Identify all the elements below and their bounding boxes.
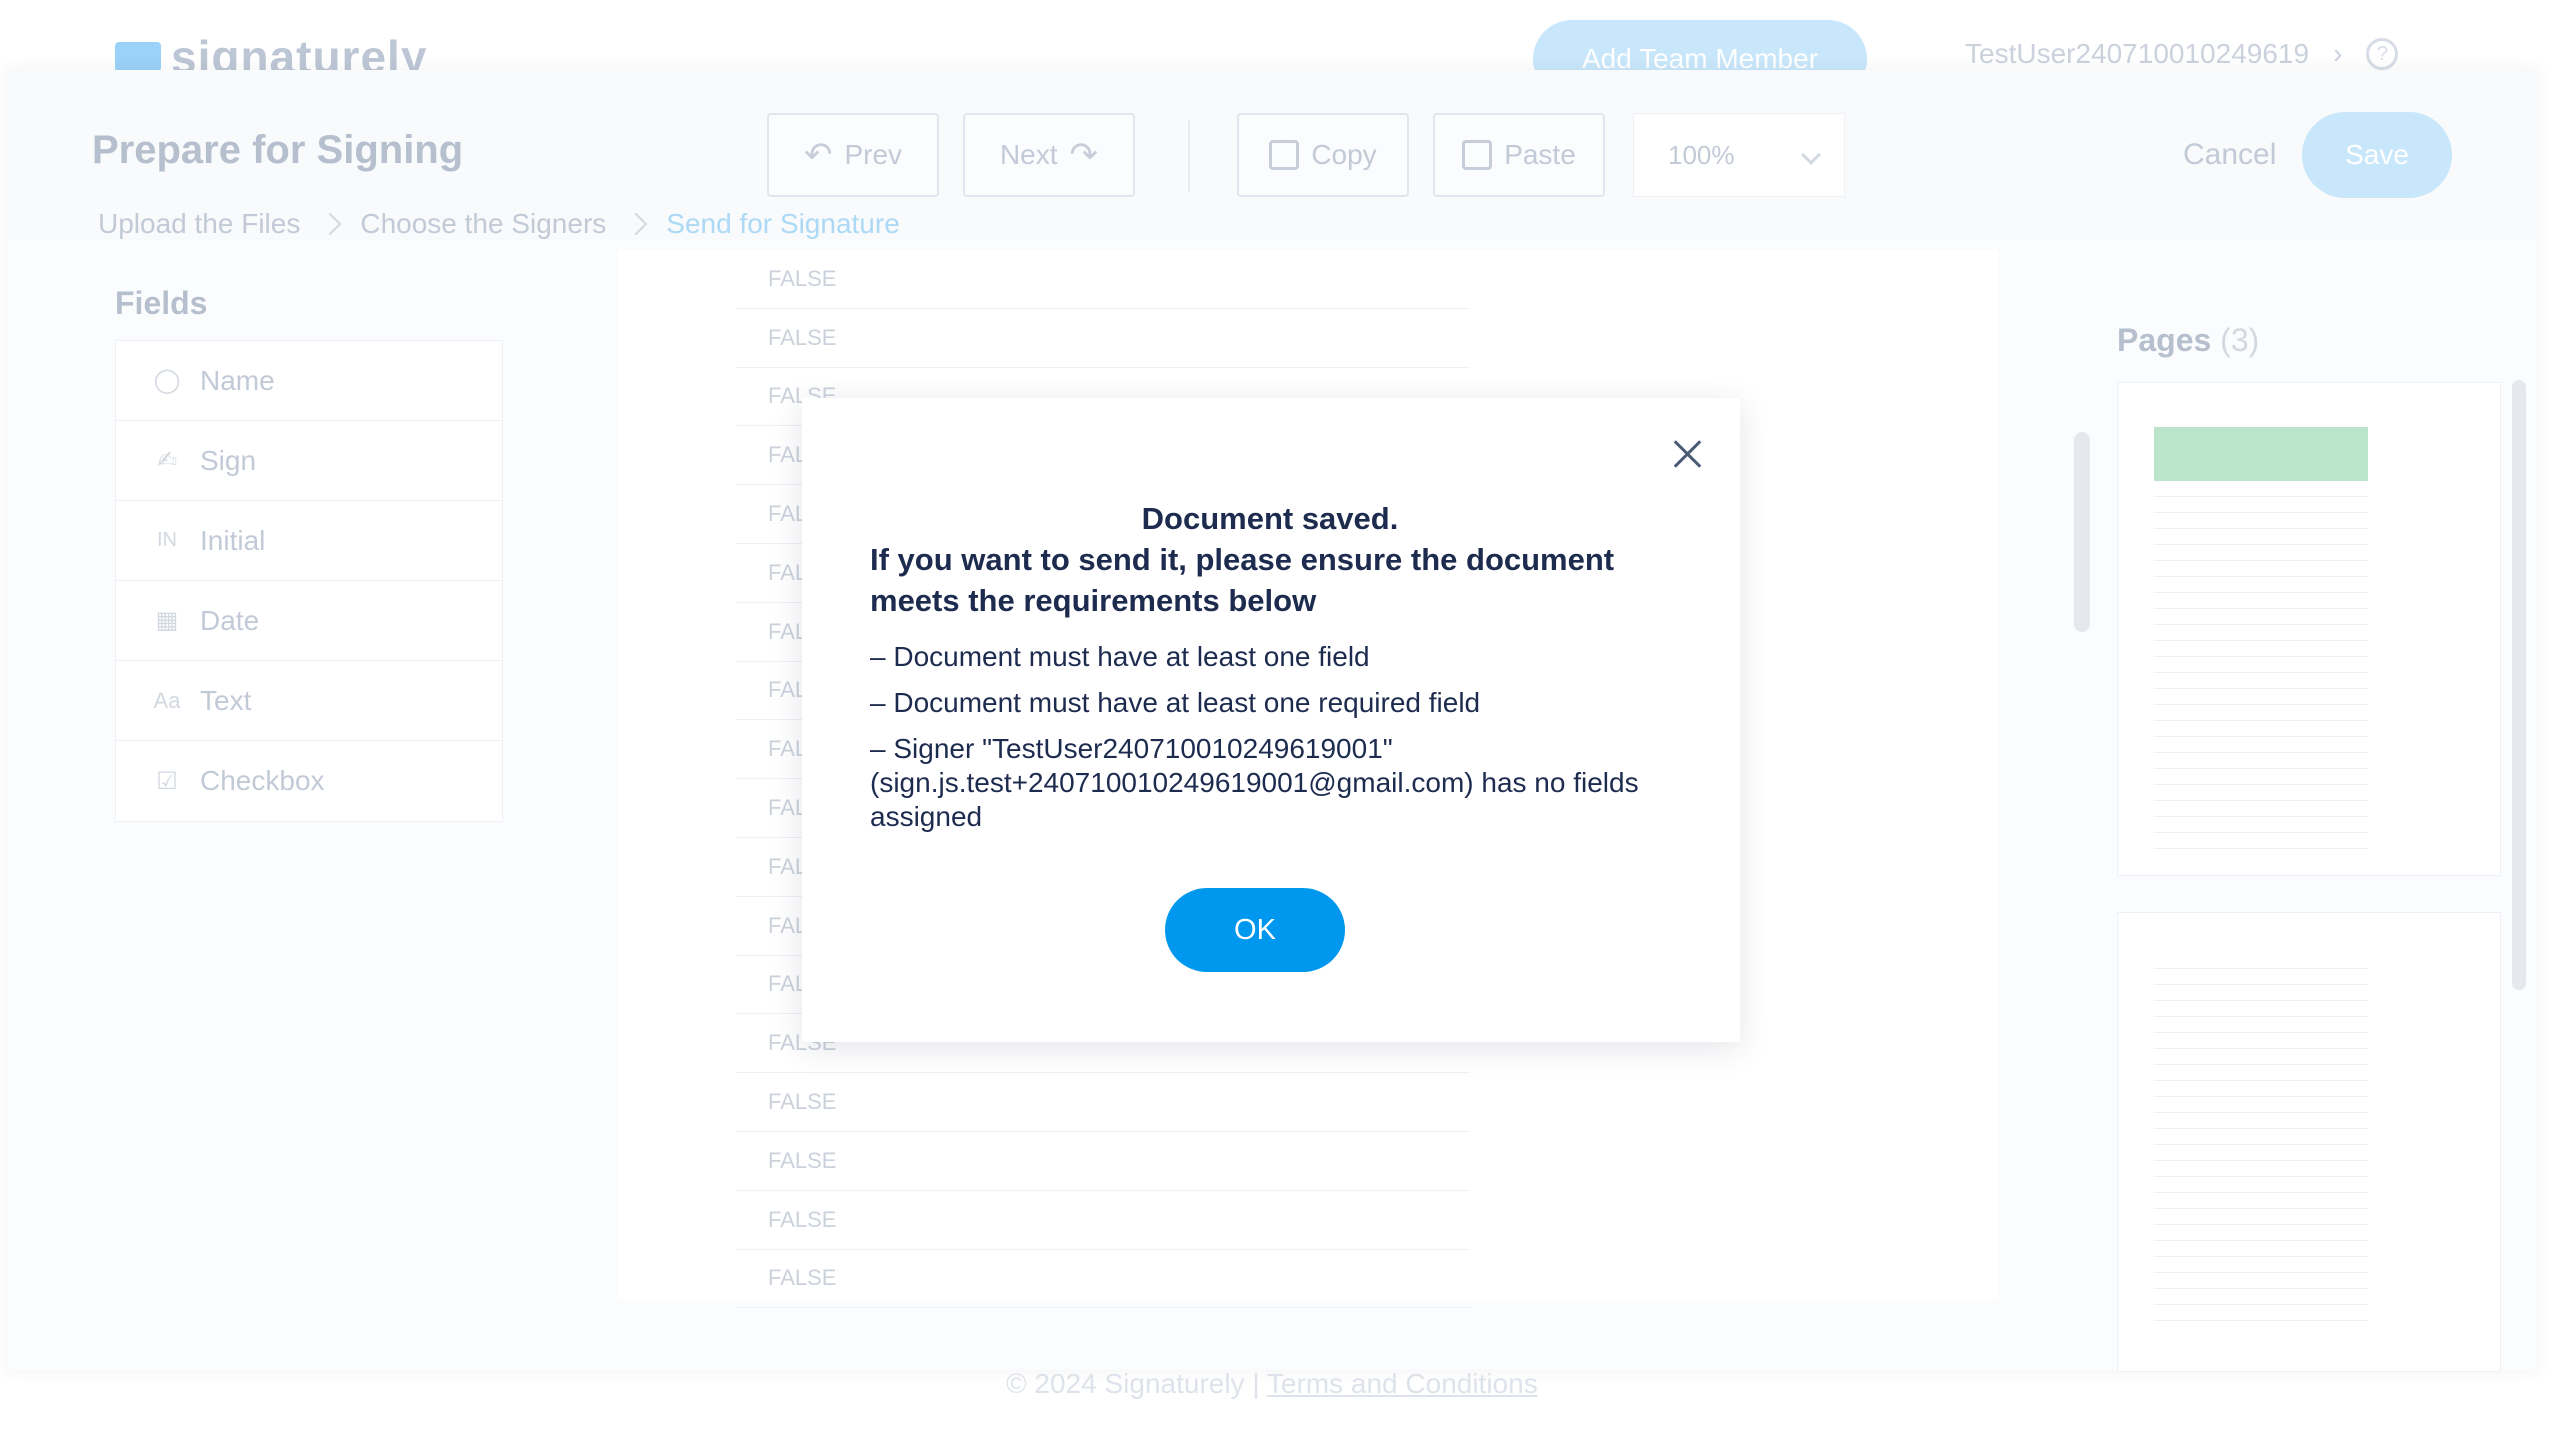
requirements-list: – Document must have at least one field … xyxy=(870,640,1670,846)
requirement-item: – Signer "TestUser240710010249619001" (s… xyxy=(870,733,1639,832)
modal-subtitle: If you want to send it, please ensure th… xyxy=(870,542,1615,618)
modal-heading: Document saved. If you want to send it, … xyxy=(870,498,1670,621)
document-saved-modal: Document saved. If you want to send it, … xyxy=(802,398,1740,1042)
requirement-item: – Document must have at least one field xyxy=(870,641,1370,672)
modal-title: Document saved. xyxy=(1141,501,1399,536)
close-icon[interactable] xyxy=(1668,434,1708,474)
ok-button[interactable]: OK xyxy=(1165,888,1345,972)
requirement-item: – Document must have at least one requir… xyxy=(870,687,1481,718)
